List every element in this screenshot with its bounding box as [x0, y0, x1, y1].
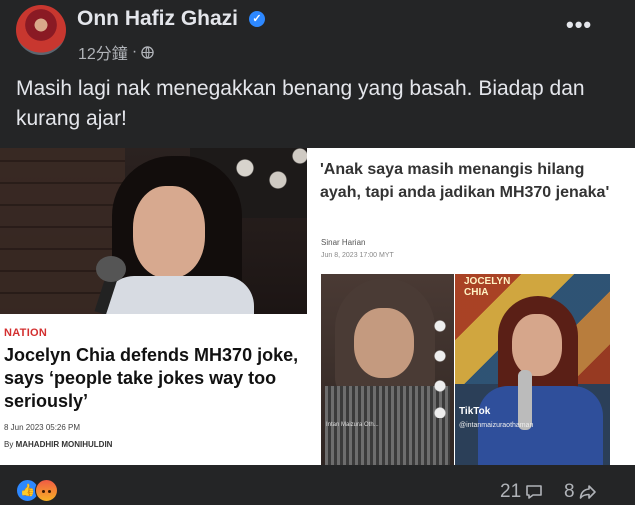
share-count-value: 8 [564, 481, 575, 502]
tiktok-side-icons [433, 318, 447, 418]
share-icon [579, 485, 596, 499]
byline-prefix: By [4, 440, 14, 449]
reaction-summary[interactable]: 👍 [16, 479, 66, 502]
post-text: Masih lagi nak menegakkan benang yang ba… [16, 77, 585, 130]
byline-author: MAHADHIR MONIHULDIN [15, 440, 113, 449]
left-article-byline: By MAHADHIR MONIHULDIN [4, 440, 112, 449]
comment-icon [526, 485, 542, 499]
more-options-icon[interactable]: ••• [566, 12, 592, 38]
right-article-title: 'Anak saya masih menangis hilang ayah, t… [320, 161, 610, 201]
angry-reaction-icon [35, 479, 58, 502]
share-count[interactable]: 8 [564, 481, 598, 503]
left-article-date: 8 Jun 2023 05:26 PM [4, 423, 81, 432]
woman-face [354, 308, 414, 378]
left-article-headline: Jocelyn Chia defends MH370 joke, says ‘p… [4, 345, 299, 411]
comedian-face-2 [512, 314, 562, 376]
left-video-username: Intan Maizura Oth... [326, 422, 379, 428]
verified-badge-icon: ✓ [249, 11, 265, 27]
tiktok-username: @intanmaizuraothaman [459, 422, 534, 429]
microphone-icon-2 [518, 370, 532, 430]
image-right-margin [610, 274, 635, 465]
globe-icon [141, 45, 154, 59]
comment-count-value: 21 [500, 481, 522, 502]
right-article-source: Sinar Harian [321, 238, 366, 247]
post-time[interactable]: 12分鐘 [78, 40, 128, 64]
author-name[interactable]: Onn Hafiz Ghazi [77, 7, 238, 31]
mural-label: JOCELYN CHIA [464, 276, 511, 298]
meta-separator: · [131, 43, 138, 60]
post-meta: 12分鐘 · [78, 40, 154, 64]
comment-count[interactable]: 21 [500, 481, 544, 503]
tiktok-logo: TikTok [459, 406, 491, 417]
article-section-label: NATION [4, 327, 48, 339]
right-article-date: Jun 8, 2023 17:00 MYT [321, 252, 394, 259]
comedian-face [133, 186, 205, 278]
author-avatar[interactable] [16, 5, 66, 55]
microphone-icon [96, 256, 126, 282]
comedian-body [104, 276, 254, 316]
post-image[interactable]: NATION Jocelyn Chia defends MH370 joke, … [0, 148, 635, 465]
